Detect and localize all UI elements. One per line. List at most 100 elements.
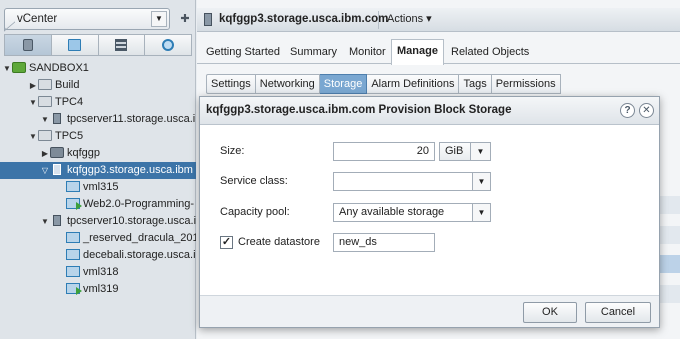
chevron-down-icon: ▼ bbox=[470, 143, 490, 160]
subtab-alarm-definitions[interactable]: Alarm Definitions bbox=[367, 74, 460, 94]
subtab-settings[interactable]: Settings bbox=[206, 74, 256, 94]
vcenter-back-button[interactable]: vCenter ▼ bbox=[4, 8, 170, 30]
tree-item[interactable]: ▼ SANDBOX1 bbox=[0, 60, 196, 77]
datastore-name-input[interactable]: new_ds bbox=[333, 233, 435, 252]
vm-icon bbox=[66, 232, 80, 243]
tab-summary[interactable]: Summary bbox=[290, 42, 337, 64]
tree-item-label: vml319 bbox=[83, 283, 119, 295]
capacity-pool-select[interactable]: Any available storage ▼ bbox=[333, 203, 491, 222]
capacity-pool-value: Any available storage bbox=[339, 206, 445, 218]
tab-getting-started[interactable]: Getting Started bbox=[206, 42, 280, 64]
tab-vms-templates[interactable] bbox=[51, 34, 99, 56]
expand-toggle[interactable]: ▽ bbox=[40, 162, 50, 179]
tree-item-label: tpcserver10.storage.usca.i bbox=[67, 215, 196, 227]
navigator-panel: vCenter ▼ ✚ ▼ SANDBOX1 ▶ Build ▼ TPC4 ▼ tpcs… bbox=[0, 0, 196, 339]
tree-item[interactable]: vml318 bbox=[0, 264, 196, 281]
service-class-select[interactable]: ▼ bbox=[333, 172, 491, 191]
expand-toggle[interactable]: ▶ bbox=[40, 145, 50, 162]
tree-item-label: vml318 bbox=[83, 266, 119, 278]
object-title: kqfggp3.storage.usca.ibm.com bbox=[219, 13, 389, 25]
tab-networking[interactable] bbox=[145, 34, 192, 56]
storage-icon bbox=[115, 39, 128, 51]
tree-item-label: tpcserver11.storage.usca.i bbox=[67, 113, 196, 125]
close-icon[interactable]: ✕ bbox=[639, 103, 654, 118]
create-datastore-checkbox[interactable]: ✓ bbox=[220, 236, 233, 249]
tree-item-label: Web2.0-Programming- bbox=[83, 198, 195, 210]
tree-item[interactable]: ▼ TPC5 bbox=[0, 128, 196, 145]
host-icon bbox=[204, 13, 212, 26]
folder-icon bbox=[38, 79, 52, 90]
tree-item-label: kqfggp bbox=[67, 147, 101, 159]
subtab-permissions[interactable]: Permissions bbox=[491, 74, 561, 94]
chevron-down-icon: ▼ bbox=[472, 204, 490, 221]
chevron-down-icon[interactable]: ▼ bbox=[151, 11, 167, 27]
datacenter-icon bbox=[12, 62, 26, 73]
capacity-pool-label: Capacity pool: bbox=[220, 206, 290, 218]
size-unit-select[interactable]: GiB ▼ bbox=[439, 142, 491, 161]
tree-item[interactable]: Web2.0-Programming- bbox=[0, 196, 196, 213]
subtab-networking[interactable]: Networking bbox=[255, 74, 320, 94]
vm-icon bbox=[66, 181, 80, 192]
expand-toggle[interactable]: ▶ bbox=[28, 77, 38, 94]
tree-item[interactable]: ▼ TPC4 bbox=[0, 94, 196, 111]
folder-icon bbox=[38, 96, 52, 107]
subtab-tags[interactable]: Tags bbox=[459, 74, 492, 94]
host-icon bbox=[22, 39, 33, 51]
help-icon[interactable]: ? bbox=[620, 103, 635, 118]
navigator-tabs bbox=[4, 34, 192, 56]
ok-button[interactable]: OK bbox=[523, 302, 577, 323]
tree-item[interactable]: vml319 bbox=[0, 281, 196, 298]
tree-item[interactable]: ▼ tpcserver11.storage.usca.i bbox=[0, 111, 196, 128]
manage-subtabs: Settings Networking Storage Alarm Defini… bbox=[206, 74, 561, 94]
tab-monitor[interactable]: Monitor bbox=[349, 42, 386, 64]
subtab-storage[interactable]: Storage bbox=[319, 74, 368, 94]
host-icon bbox=[53, 164, 61, 175]
vm-powered-on-icon bbox=[66, 283, 82, 295]
cluster-icon bbox=[50, 147, 64, 158]
folder-icon bbox=[38, 130, 52, 141]
dialog-title: kqfggp3.storage.usca.ibm.com Provision B… bbox=[206, 104, 512, 116]
pin-icon[interactable]: ✚ bbox=[178, 10, 192, 28]
tree-item[interactable]: _reserved_dracula_201 bbox=[0, 230, 196, 247]
vm-powered-on-icon bbox=[66, 198, 82, 210]
vm-icon bbox=[68, 39, 82, 51]
service-class-label: Service class: bbox=[220, 175, 288, 187]
size-label: Size: bbox=[220, 145, 245, 157]
tree-item-selected[interactable]: ▽ kqfggp3.storage.usca.ibm bbox=[0, 162, 196, 179]
tree-item[interactable]: ▶ Build bbox=[0, 77, 196, 94]
tab-hosts-clusters[interactable] bbox=[4, 34, 52, 56]
chevron-down-icon: ▼ bbox=[472, 173, 490, 190]
expand-toggle[interactable]: ▼ bbox=[40, 111, 50, 128]
tab-related-objects[interactable]: Related Objects bbox=[451, 42, 529, 64]
tree-item-label: TPC5 bbox=[55, 130, 84, 142]
host-icon bbox=[53, 215, 61, 226]
vcenter-label: vCenter bbox=[17, 13, 58, 25]
size-unit-value: GiB bbox=[445, 145, 464, 157]
actions-menu-button[interactable]: Actions ▾ bbox=[378, 11, 440, 29]
tree-item-label: _reserved_dracula_201 bbox=[83, 232, 196, 244]
dialog-header: kqfggp3.storage.usca.ibm.com Provision B… bbox=[200, 97, 659, 125]
tree-item-label: decebali.storage.usca.i bbox=[83, 249, 196, 261]
tree-item-label: Build bbox=[55, 79, 80, 91]
network-icon bbox=[162, 39, 175, 51]
expand-toggle[interactable]: ▼ bbox=[28, 128, 38, 145]
expand-toggle[interactable]: ▼ bbox=[2, 60, 12, 77]
dialog-footer: OK Cancel bbox=[200, 295, 659, 327]
host-icon bbox=[53, 113, 61, 124]
tree-item-label: SANDBOX1 bbox=[29, 62, 89, 74]
tree-item-label: TPC4 bbox=[55, 96, 84, 108]
expand-toggle[interactable]: ▼ bbox=[28, 94, 38, 111]
tree-item-label: vml315 bbox=[83, 181, 119, 193]
tree-item[interactable]: ▶ kqfggp bbox=[0, 145, 196, 162]
expand-toggle[interactable]: ▼ bbox=[40, 213, 50, 230]
tree-item[interactable]: ▼ tpcserver10.storage.usca.i bbox=[0, 213, 196, 230]
navigator-top: vCenter ▼ ✚ bbox=[4, 8, 192, 30]
tree-item[interactable]: decebali.storage.usca.i bbox=[0, 247, 196, 264]
object-tabs: Getting Started Summary Monitor Manage R… bbox=[197, 38, 680, 65]
cancel-button[interactable]: Cancel bbox=[585, 302, 651, 323]
tab-manage[interactable]: Manage bbox=[391, 39, 444, 65]
tab-storage[interactable] bbox=[98, 34, 146, 56]
tree-item[interactable]: vml315 bbox=[0, 179, 196, 196]
size-input[interactable]: 20 bbox=[333, 142, 435, 161]
provision-block-storage-dialog: kqfggp3.storage.usca.ibm.com Provision B… bbox=[199, 96, 660, 328]
